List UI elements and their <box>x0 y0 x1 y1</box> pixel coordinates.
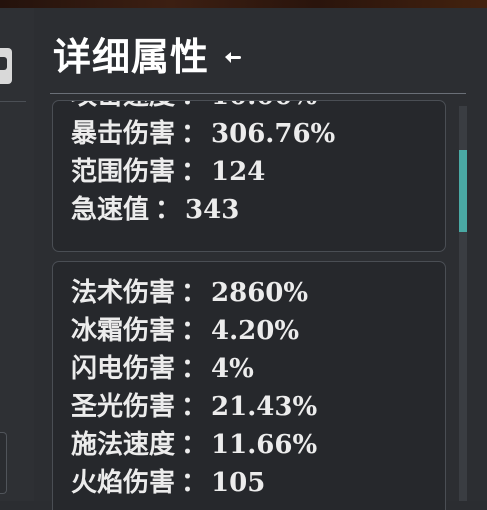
attribute-separator: ： <box>181 316 208 346</box>
attribute-value: 21.43% <box>211 392 318 422</box>
attribute-row: 火焰伤害： 105 <box>71 464 317 502</box>
attribute-value: 4.20% <box>211 316 300 346</box>
attribute-panel: 详细属性 攻击速度：10.00% 暴击伤害：306.76% 范围伤害：124 急… <box>34 8 487 510</box>
attribute-row: 暴击伤害： 306.76% <box>71 115 335 153</box>
attribute-label: 施法速度 <box>71 430 176 460</box>
attribute-row: 施法速度： 11.66% <box>71 426 317 464</box>
attribute-label: 火焰伤害 <box>71 468 176 498</box>
attribute-separator: ： <box>181 354 208 384</box>
attribute-group-spell: 法术伤害： 2860% 冰霜伤害： 4.20% 闪电伤害： 4% 圣光伤害： 21.43… <box>52 261 446 510</box>
attribute-row: 范围伤害： 124 <box>71 153 335 191</box>
attribute-label: 闪电伤害 <box>71 354 176 384</box>
side-divider <box>0 101 26 102</box>
attribute-separator: ： <box>181 278 208 308</box>
attribute-row: 冰霜伤害： 4.20% <box>71 312 317 350</box>
attribute-value: 343 <box>185 195 240 225</box>
attribute-group-offense: 攻击速度：10.00% 暴击伤害：306.76% 范围伤害：124 急速值：34… <box>52 100 446 252</box>
attribute-value: 2860% <box>211 278 309 308</box>
scrollbar-thumb[interactable] <box>459 150 467 232</box>
attribute-separator: ： <box>181 157 208 187</box>
attribute-label: 暴击伤害 <box>71 119 176 149</box>
attribute-label: 范围伤害 <box>71 157 176 187</box>
side-button[interactable] <box>0 432 7 494</box>
attribute-separator: ： <box>155 195 182 225</box>
attribute-row: 急速值： 343 <box>71 191 335 229</box>
attribute-label: 冰霜伤害 <box>71 316 176 346</box>
attribute-value: 10.00% <box>211 101 317 111</box>
attribute-label: 法术伤害 <box>71 278 176 308</box>
attribute-value: 105 <box>211 468 266 498</box>
attribute-row: 闪电伤害： 4% <box>71 350 317 388</box>
attribute-value: 4% <box>211 354 254 384</box>
side-tab-icon[interactable] <box>0 48 12 84</box>
attribute-separator: ： <box>181 468 208 498</box>
attribute-separator: ： <box>181 430 208 460</box>
attribute-separator: ： <box>181 101 207 111</box>
attribute-value: 306.76% <box>211 119 336 149</box>
attribute-row: 法术伤害： 2860% <box>71 274 317 312</box>
panel-title: 详细属性 <box>53 34 210 79</box>
attribute-label: 攻击速度 <box>71 101 175 111</box>
attribute-label: 圣光伤害 <box>71 392 176 422</box>
attribute-separator: ： <box>181 392 208 422</box>
attribute-value: 124 <box>211 157 266 187</box>
attribute-label: 急速值 <box>71 195 150 225</box>
attribute-value: 11.66% <box>211 430 318 460</box>
title-divider <box>50 93 466 94</box>
attribute-separator: ： <box>181 119 208 149</box>
attribute-row: 攻击速度 ： 10.00% <box>71 101 335 115</box>
collapse-arrow-icon[interactable] <box>225 52 241 63</box>
attribute-row: 圣光伤害： 21.43% <box>71 388 317 426</box>
side-panel-edge <box>0 8 35 501</box>
background-scene-strip <box>0 0 487 8</box>
